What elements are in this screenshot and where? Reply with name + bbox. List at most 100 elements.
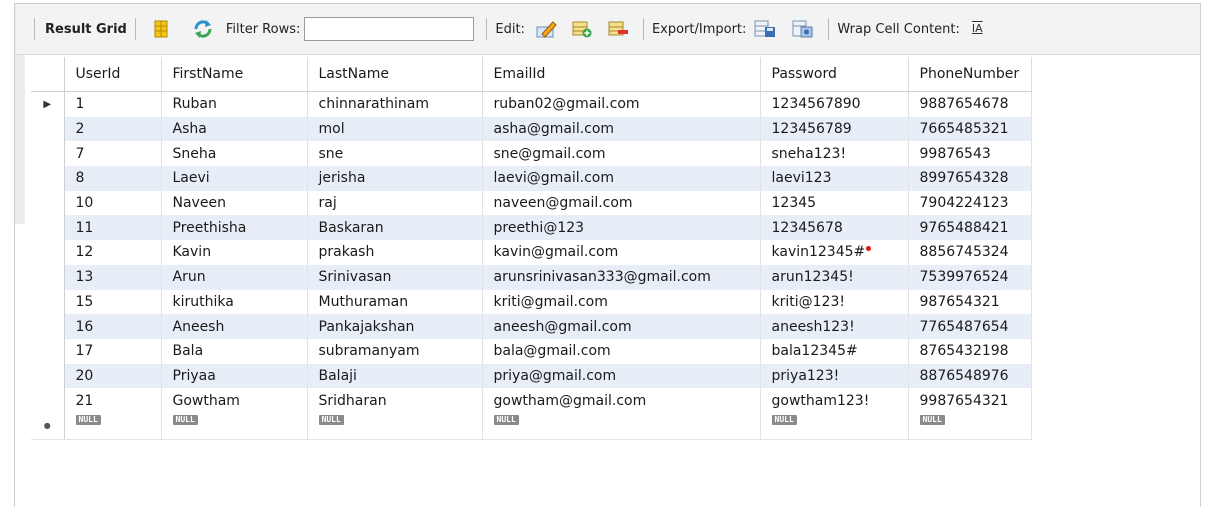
refresh-icon[interactable] [192, 19, 214, 39]
null-cell[interactable]: NULL [482, 412, 761, 440]
null-cell[interactable]: NULL [760, 412, 909, 440]
table-row[interactable]: 20 Priyaa Balaji priya@gmail.com priya12… [31, 363, 1032, 389]
table-row[interactable]: 13 Arun Srinivasan arunsrinivasan333@gma… [31, 264, 1032, 290]
cell-phonenumber[interactable]: 8765432198 [908, 338, 1032, 364]
cell-userid[interactable]: 15 [64, 289, 162, 315]
row-marker[interactable] [31, 264, 65, 290]
new-row-marker[interactable]: ● [31, 412, 65, 440]
row-marker[interactable] [31, 215, 65, 241]
column-header-lastname[interactable]: LastName [307, 57, 483, 92]
cell-password[interactable]: arun12345! [760, 264, 909, 290]
edit-row-icon[interactable] [535, 19, 557, 39]
cell-phonenumber[interactable]: 8997654328 [908, 166, 1032, 191]
new-row[interactable]: ● NULL NULL NULL NULL NULL NULL [31, 412, 1032, 440]
result-grid-label[interactable]: Result Grid [45, 22, 127, 37]
table-row[interactable]: 12 Kavin prakash kavin@gmail.com kavin12… [31, 240, 1032, 265]
cell-lastname[interactable]: sne [307, 141, 483, 167]
cell-firstname[interactable]: Asha [161, 116, 308, 142]
cell-phonenumber[interactable]: 7539976524 [908, 264, 1032, 290]
cell-phonenumber[interactable]: 9887654678 [908, 91, 1032, 117]
cell-userid[interactable]: 17 [64, 338, 162, 364]
cell-password[interactable]: laevi123 [760, 166, 909, 191]
table-row[interactable]: 7 Sneha sne sne@gmail.com sneha123! 9987… [31, 141, 1032, 167]
cell-userid[interactable]: 11 [64, 215, 162, 241]
cell-phonenumber[interactable]: 8876548976 [908, 363, 1032, 389]
column-header-firstname[interactable]: FirstName [161, 57, 308, 92]
cell-firstname[interactable]: Ruban [161, 91, 308, 117]
null-cell[interactable]: NULL [908, 412, 1032, 440]
cell-firstname[interactable]: Naveen [161, 190, 308, 216]
cell-phonenumber[interactable]: 7665485321 [908, 116, 1032, 142]
cell-emailid[interactable]: kavin@gmail.com [482, 240, 761, 265]
cell-lastname[interactable]: chinnarathinam [307, 91, 483, 117]
cell-emailid[interactable]: gowtham@gmail.com [482, 388, 761, 413]
cell-emailid[interactable]: kriti@gmail.com [482, 289, 761, 315]
cell-lastname[interactable]: Muthuraman [307, 289, 483, 315]
cell-firstname[interactable]: Laevi [161, 166, 308, 191]
cell-firstname[interactable]: Gowtham [161, 388, 308, 413]
cell-firstname[interactable]: Bala [161, 338, 308, 364]
cell-firstname[interactable]: Aneesh [161, 314, 308, 339]
cell-userid[interactable]: 1 [64, 91, 162, 117]
cell-lastname[interactable]: Srinivasan [307, 264, 483, 290]
cell-password[interactable]: bala12345# [760, 338, 909, 364]
cell-password-edited[interactable]: kavin12345# [760, 240, 909, 265]
cell-userid[interactable]: 16 [64, 314, 162, 339]
cell-password[interactable]: kriti@123! [760, 289, 909, 315]
null-cell[interactable]: NULL [161, 412, 308, 440]
row-marker[interactable] [31, 289, 65, 315]
cell-lastname[interactable]: Sridharan [307, 388, 483, 413]
row-marker[interactable] [31, 388, 65, 413]
current-row-marker[interactable]: ▶ [31, 91, 65, 117]
column-header-phonenumber[interactable]: PhoneNumber [908, 57, 1032, 92]
cell-password[interactable]: 1234567890 [760, 91, 909, 117]
cell-phonenumber[interactable]: 9987654321 [908, 388, 1032, 413]
table-row[interactable]: 17 Bala subramanyam bala@gmail.com bala1… [31, 338, 1032, 364]
row-marker[interactable] [31, 314, 65, 339]
table-row[interactable]: ▶ 1 Ruban chinnarathinam ruban02@gmail.c… [31, 91, 1032, 117]
cell-password[interactable]: gowtham123! [760, 388, 909, 413]
cell-password[interactable]: aneesh123! [760, 314, 909, 339]
cell-phonenumber[interactable]: 7765487654 [908, 314, 1032, 339]
cell-firstname[interactable]: Sneha [161, 141, 308, 167]
import-icon[interactable] [792, 19, 814, 39]
cell-userid[interactable]: 7 [64, 141, 162, 167]
table-row[interactable]: 21 Gowtham Sridharan gowtham@gmail.com g… [31, 388, 1032, 413]
cell-emailid[interactable]: bala@gmail.com [482, 338, 761, 364]
filter-rows-input[interactable] [304, 17, 475, 41]
cell-lastname[interactable]: raj [307, 190, 483, 216]
cell-userid[interactable]: 10 [64, 190, 162, 216]
table-row[interactable]: 10 Naveen raj naveen@gmail.com 12345 790… [31, 190, 1032, 216]
row-marker[interactable] [31, 338, 65, 364]
add-row-icon[interactable] [571, 19, 593, 39]
column-header-userid[interactable]: UserId [64, 57, 162, 92]
cell-password[interactable]: 12345 [760, 190, 909, 216]
table-row[interactable]: 8 Laevi jerisha laevi@gmail.com laevi123… [31, 166, 1032, 191]
row-marker[interactable] [31, 141, 65, 167]
cell-lastname[interactable]: subramanyam [307, 338, 483, 364]
cell-firstname[interactable]: kiruthika [161, 289, 308, 315]
cell-emailid[interactable]: aneesh@gmail.com [482, 314, 761, 339]
cell-lastname[interactable]: Balaji [307, 363, 483, 389]
row-marker[interactable] [31, 240, 65, 265]
cell-password[interactable]: priya123! [760, 363, 909, 389]
cell-firstname[interactable]: Arun [161, 264, 308, 290]
cell-emailid[interactable]: priya@gmail.com [482, 363, 761, 389]
cell-password[interactable]: 12345678 [760, 215, 909, 241]
cell-emailid[interactable]: sne@gmail.com [482, 141, 761, 167]
cell-lastname[interactable]: Baskaran [307, 215, 483, 241]
cell-lastname[interactable]: mol [307, 116, 483, 142]
row-marker[interactable] [31, 116, 65, 142]
row-marker[interactable] [31, 190, 65, 216]
cell-firstname[interactable]: Preethisha [161, 215, 308, 241]
cell-phonenumber[interactable]: 9765488421 [908, 215, 1032, 241]
cell-phonenumber[interactable]: 987654321 [908, 289, 1032, 315]
cell-firstname[interactable]: Priyaa [161, 363, 308, 389]
cell-emailid[interactable]: asha@gmail.com [482, 116, 761, 142]
cell-firstname[interactable]: Kavin [161, 240, 308, 265]
cell-userid[interactable]: 12 [64, 240, 162, 265]
cell-phonenumber[interactable]: 99876543 [908, 141, 1032, 167]
table-row[interactable]: 15 kiruthika Muthuraman kriti@gmail.com … [31, 289, 1032, 315]
cell-phonenumber[interactable]: 8856745324 [908, 240, 1032, 265]
delete-row-icon[interactable] [607, 19, 629, 39]
